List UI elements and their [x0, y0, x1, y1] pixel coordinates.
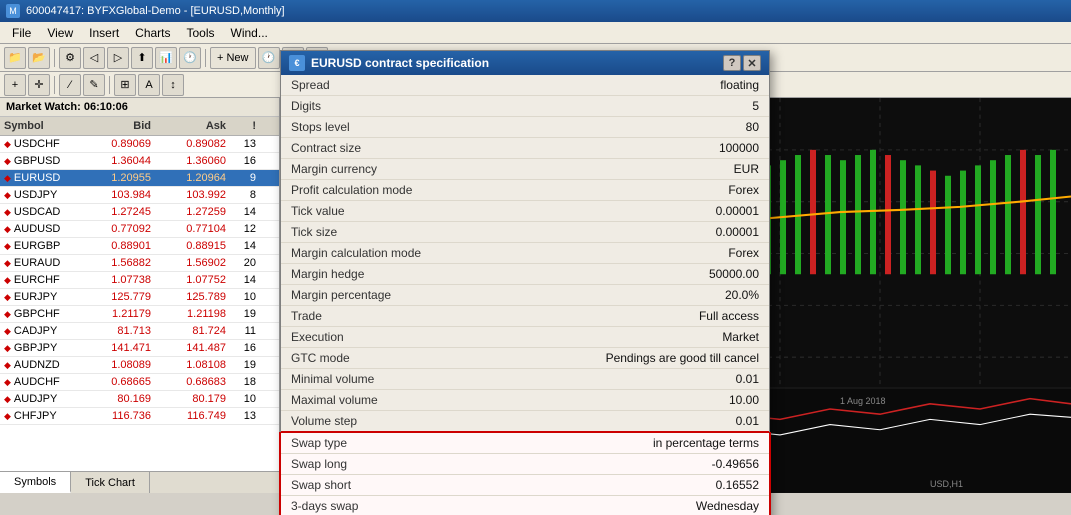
- spec-row: Trade Full access: [281, 306, 769, 327]
- spec-row: GTC mode Pendings are good till cancel: [281, 348, 769, 369]
- spec-row: Volume step 0.01: [281, 411, 769, 433]
- spec-row: Swap long -0.49656: [281, 454, 769, 475]
- spec-label: Swap short: [281, 475, 501, 496]
- spec-value: -0.49656: [501, 454, 769, 475]
- spec-row: Swap type in percentage terms: [281, 432, 769, 454]
- spec-label: Tick value: [281, 201, 501, 222]
- spec-label: Maximal volume: [281, 390, 501, 411]
- spec-row: Execution Market: [281, 327, 769, 348]
- spec-label: Stops level: [281, 117, 501, 138]
- spec-label: 3-days swap: [281, 496, 501, 515]
- spec-label: GTC mode: [281, 348, 501, 369]
- spec-row: 3-days swap Wednesday: [281, 496, 769, 515]
- spec-value: floating: [501, 75, 769, 96]
- dialog-body: Spread floating Digits 5 Stops level 80 …: [281, 75, 769, 515]
- spec-value: 100000: [501, 138, 769, 159]
- spec-row: Swap short 0.16552: [281, 475, 769, 496]
- spec-row: Profit calculation mode Forex: [281, 180, 769, 201]
- dialog-icon: €: [289, 55, 305, 71]
- dialog-title-buttons: ? ✕: [723, 55, 761, 71]
- spec-value: Wednesday: [501, 496, 769, 515]
- spec-value: 5: [501, 96, 769, 117]
- spec-row: Digits 5: [281, 96, 769, 117]
- spec-value: in percentage terms: [501, 432, 769, 454]
- spec-row: Margin hedge 50000.00: [281, 264, 769, 285]
- contract-spec-dialog: € EURUSD contract specification ? ✕ Spre…: [280, 50, 770, 515]
- spec-value: Forex: [501, 243, 769, 264]
- dialog-title-bar: € EURUSD contract specification ? ✕: [281, 51, 769, 75]
- spec-label: Execution: [281, 327, 501, 348]
- spec-value: 50000.00: [501, 264, 769, 285]
- spec-table: Spread floating Digits 5 Stops level 80 …: [281, 75, 769, 515]
- spec-value: 10.00: [501, 390, 769, 411]
- spec-row: Spread floating: [281, 75, 769, 96]
- spec-value: 0.01: [501, 369, 769, 390]
- spec-label: Volume step: [281, 411, 501, 433]
- spec-label: Digits: [281, 96, 501, 117]
- spec-label: Tick size: [281, 222, 501, 243]
- spec-label: Swap long: [281, 454, 501, 475]
- spec-label: Margin percentage: [281, 285, 501, 306]
- spec-label: Swap type: [281, 432, 501, 454]
- spec-value: 0.16552: [501, 475, 769, 496]
- spec-label: Minimal volume: [281, 369, 501, 390]
- spec-label: Margin currency: [281, 159, 501, 180]
- spec-row: Margin percentage 20.0%: [281, 285, 769, 306]
- spec-value: EUR: [501, 159, 769, 180]
- spec-row: Tick size 0.00001: [281, 222, 769, 243]
- modal-overlay: € EURUSD contract specification ? ✕ Spre…: [0, 0, 1071, 515]
- dialog-title-left: € EURUSD contract specification: [289, 55, 489, 71]
- spec-value: Forex: [501, 180, 769, 201]
- spec-value: Pendings are good till cancel: [501, 348, 769, 369]
- dialog-help-btn[interactable]: ?: [723, 55, 741, 71]
- spec-value: 80: [501, 117, 769, 138]
- spec-value: 20.0%: [501, 285, 769, 306]
- spec-value: Full access: [501, 306, 769, 327]
- spec-row: Minimal volume 0.01: [281, 369, 769, 390]
- dialog-title-text: EURUSD contract specification: [311, 56, 489, 70]
- spec-label: Trade: [281, 306, 501, 327]
- spec-label: Profit calculation mode: [281, 180, 501, 201]
- spec-row: Margin currency EUR: [281, 159, 769, 180]
- spec-value: 0.00001: [501, 201, 769, 222]
- spec-row: Tick value 0.00001: [281, 201, 769, 222]
- spec-label: Margin calculation mode: [281, 243, 501, 264]
- spec-label: Margin hedge: [281, 264, 501, 285]
- spec-value: 0.00001: [501, 222, 769, 243]
- spec-label: Spread: [281, 75, 501, 96]
- spec-row: Contract size 100000: [281, 138, 769, 159]
- dialog-close-btn[interactable]: ✕: [743, 55, 761, 71]
- spec-row: Stops level 80: [281, 117, 769, 138]
- spec-value: 0.01: [501, 411, 769, 433]
- spec-value: Market: [501, 327, 769, 348]
- spec-label: Contract size: [281, 138, 501, 159]
- spec-row: Maximal volume 10.00: [281, 390, 769, 411]
- spec-row: Margin calculation mode Forex: [281, 243, 769, 264]
